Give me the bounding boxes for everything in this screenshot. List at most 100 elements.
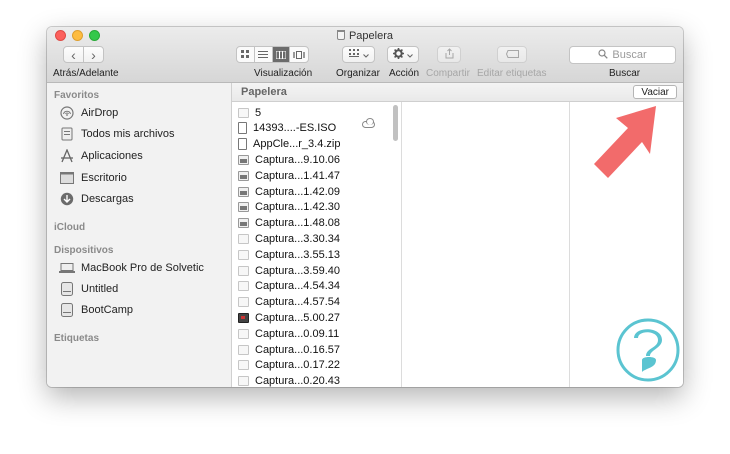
file-name: Captura...0.20.43 [255, 375, 341, 387]
desktop-icon [59, 171, 75, 185]
view-label: Visualización [254, 68, 313, 79]
file-row[interactable]: 5 [238, 105, 261, 120]
file-name: 14393....-ES.ISO [253, 122, 337, 135]
file-name: Captura...1.41.47 [255, 169, 341, 182]
file-row[interactable]: Captura...1.42.09 [238, 184, 340, 199]
file-row[interactable]: AppCle...r_3.4.zip [238, 137, 340, 152]
file-row[interactable]: Captura...4.54.34 [238, 279, 340, 294]
cover-flow-view-icon[interactable] [290, 47, 308, 62]
sidebar-item-airdrop[interactable]: AirDrop [59, 104, 118, 122]
all-files-icon [59, 127, 75, 141]
file-row[interactable]: Captura...3.55.13 [238, 247, 340, 262]
list-view-icon[interactable] [255, 47, 273, 62]
file-name: Captura...9.10.06 [255, 153, 341, 166]
file-row[interactable]: Captura...0.20.43 [238, 374, 340, 387]
image-file-icon [238, 170, 249, 181]
annotation-arrow [594, 106, 656, 178]
nav-label: Atrás/Adelante [53, 68, 119, 79]
edit-tags-label: Editar etiquetas [477, 68, 547, 79]
file-name: Captura...1.42.30 [255, 201, 341, 214]
action-button[interactable] [387, 46, 419, 63]
sidebar-item-applications[interactable]: Aplicaciones [59, 147, 143, 165]
file-row[interactable]: 14393....-ES.ISO [238, 121, 336, 136]
drive-icon [59, 282, 75, 296]
share-button[interactable] [437, 46, 461, 63]
share-label: Compartir [426, 68, 470, 79]
sidebar-heading-devices: Dispositivos [54, 245, 114, 256]
sidebar-item-label: Todos mis archivos [81, 128, 175, 140]
action-label: Acción [389, 68, 420, 79]
image-file-icon [238, 154, 249, 165]
sidebar-item-all-files[interactable]: Todos mis archivos [59, 125, 175, 143]
file-row[interactable]: Captura...1.48.08 [238, 216, 340, 231]
image-file-icon [238, 312, 249, 323]
chevron-down-icon [362, 49, 369, 61]
organize-label: Organizar [336, 68, 380, 79]
file-row[interactable]: Captura...0.16.57 [238, 342, 340, 357]
preview-column-empty [402, 102, 570, 387]
document-icon [238, 122, 247, 135]
sidebar-item-macbook[interactable]: MacBook Pro de Solvetic [59, 259, 204, 277]
file-name: 5 [255, 106, 262, 119]
image-file-icon [238, 186, 249, 197]
sidebar-heading-tags: Etiquetas [54, 333, 100, 344]
trash-icon [336, 30, 345, 40]
search-input[interactable]: Buscar [569, 46, 676, 64]
empty-trash-button[interactable]: Vaciar [633, 85, 677, 99]
image-file-icon [238, 107, 249, 118]
window-title: Papelera [47, 30, 683, 42]
sidebar-item-desktop[interactable]: Escritorio [59, 169, 127, 187]
sidebar-heading-favorites: Favoritos [54, 90, 100, 101]
tag-icon [505, 49, 519, 61]
image-file-icon [238, 376, 249, 387]
image-file-icon [238, 281, 249, 292]
icon-view-icon[interactable] [237, 47, 255, 62]
file-name: Captura...0.09.11 [255, 327, 340, 340]
forward-button[interactable]: › [83, 46, 104, 63]
file-row[interactable]: Captura...4.57.54 [238, 295, 340, 310]
sidebar-item-label: Untitled [81, 283, 119, 295]
file-name: Captura...4.57.54 [255, 296, 341, 309]
image-file-icon [238, 297, 249, 308]
drive-icon [59, 303, 75, 317]
file-name: Captura...1.42.09 [255, 185, 341, 198]
grid-arrange-icon [348, 48, 360, 61]
sidebar-item-bootcamp[interactable]: BootCamp [59, 301, 133, 319]
file-name: Captura...1.48.08 [255, 217, 341, 230]
applications-icon [59, 149, 75, 163]
edit-tags-button[interactable] [497, 46, 527, 63]
laptop-icon [59, 261, 75, 275]
chevron-right-icon: › [91, 46, 96, 63]
sidebar-item-label: MacBook Pro de Solvetic [81, 262, 204, 274]
file-name: AppCle...r_3.4.zip [253, 138, 341, 151]
file-name: Captura...3.30.34 [255, 232, 341, 245]
column-view-icon[interactable] [272, 47, 291, 62]
airdrop-icon [59, 106, 75, 120]
file-row[interactable]: Captura...0.17.22 [238, 358, 340, 373]
file-row[interactable]: Captura...3.59.40 [238, 263, 340, 278]
image-file-icon [238, 249, 249, 260]
image-file-icon [238, 265, 249, 276]
file-row[interactable]: Captura...5.00.27 [238, 310, 340, 325]
file-row[interactable]: Captura...0.09.11 [238, 326, 339, 341]
file-row[interactable]: Captura...3.30.34 [238, 231, 340, 246]
sidebar: Favoritos AirDrop Todos mis archivos Apl… [47, 83, 232, 387]
organize-button[interactable] [342, 46, 375, 63]
back-button[interactable]: ‹ [63, 46, 84, 63]
share-icon [445, 47, 454, 62]
file-name: Captura...0.17.22 [255, 359, 341, 372]
sidebar-item-untitled[interactable]: Untitled [59, 280, 118, 298]
search-icon [598, 48, 609, 62]
image-file-icon [238, 233, 249, 244]
view-segmented-control[interactable] [236, 46, 309, 63]
scrollbar-thumb[interactable] [393, 105, 398, 141]
file-row[interactable]: Captura...1.42.30 [238, 200, 340, 215]
image-file-icon [238, 328, 249, 339]
sidebar-item-label: Descargas [81, 193, 134, 205]
sidebar-item-label: Aplicaciones [81, 150, 143, 162]
document-icon [238, 138, 247, 151]
sidebar-item-label: AirDrop [81, 107, 119, 119]
file-row[interactable]: Captura...9.10.06 [238, 152, 340, 167]
file-row[interactable]: Captura...1.41.47 [238, 168, 340, 183]
sidebar-item-downloads[interactable]: Descargas [59, 190, 134, 208]
